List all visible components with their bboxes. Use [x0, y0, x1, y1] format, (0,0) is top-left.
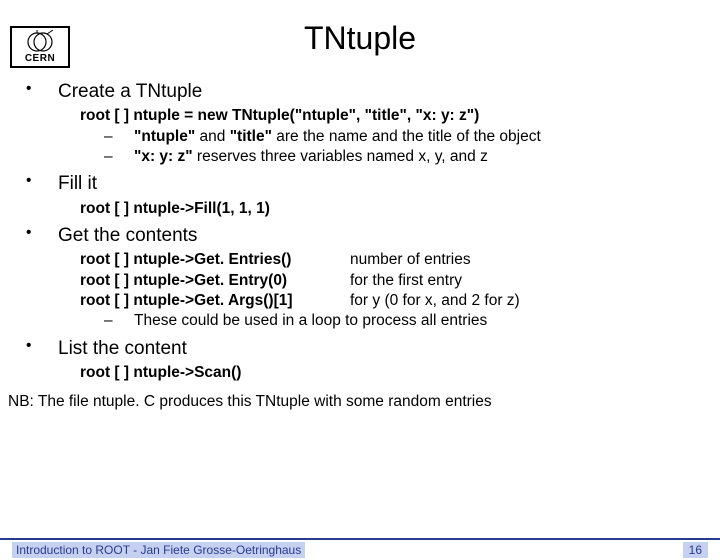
sub-item: – "x: y: z" reserves three variables nam…: [22, 147, 698, 167]
bullet-heading: Fill it: [58, 171, 97, 196]
code-body: ntuple->Fill(1, 1, 1): [133, 199, 270, 219]
cern-logo-text: CERN: [12, 53, 68, 64]
code-prefix: root [ ]: [80, 199, 133, 219]
slide-title: TNtuple: [0, 20, 720, 57]
code-fill: root [ ] ntuple->Fill(1, 1, 1): [22, 199, 698, 219]
sub-text: These could be used in a loop to process…: [134, 311, 487, 331]
cern-logo: CERN: [10, 26, 70, 68]
footer-bar: Introduction to ROOT - Jan Fiete Grosse-…: [0, 538, 720, 560]
bullet-heading: Get the contents: [58, 223, 197, 248]
entry-row: root [ ] ntuple->Get. Entry(0) for the f…: [22, 271, 698, 291]
bullet-dot: •: [22, 171, 58, 196]
bullet-dot: •: [22, 223, 58, 248]
code-prefix: root [ ]: [80, 106, 133, 126]
bullet-get: • Get the contents: [22, 223, 698, 248]
dash-icon: –: [104, 147, 134, 167]
sub-text: "ntuple" and "title" are the name and th…: [134, 127, 541, 147]
code-body: ntuple->Scan(): [133, 363, 241, 383]
entry-cmd: root [ ] ntuple->Get. Entry(0): [80, 271, 350, 291]
sub-item: – These could be used in a loop to proce…: [22, 311, 698, 331]
sub-item: – "ntuple" and "title" are the name and …: [22, 127, 698, 147]
sub-text: "x: y: z" reserves three variables named…: [134, 147, 488, 167]
code-scan: root [ ] ntuple->Scan(): [22, 363, 698, 383]
entry-desc: for the first entry: [350, 271, 698, 291]
entry-cmd: root [ ] ntuple->Get. Entries(): [80, 250, 350, 270]
bullet-dot: •: [22, 336, 58, 361]
entry-desc: for y (0 for x, and 2 for z): [350, 291, 698, 311]
code-body: ntuple = new TNtuple("ntuple", "title", …: [133, 106, 479, 126]
code-create: root [ ] ntuple = new TNtuple("ntuple", …: [22, 106, 698, 126]
bullet-fill: • Fill it: [22, 171, 698, 196]
dash-icon: –: [104, 127, 134, 147]
entry-cmd: root [ ] ntuple->Get. Args()[1]: [80, 291, 350, 311]
slide-content: • Create a TNtuple root [ ] ntuple = new…: [0, 79, 720, 383]
bullet-heading: Create a TNtuple: [58, 79, 202, 104]
entry-row: root [ ] ntuple->Get. Args()[1] for y (0…: [22, 291, 698, 311]
dash-icon: –: [104, 311, 134, 331]
bullet-dot: •: [22, 79, 58, 104]
cern-logo-rings-icon: [23, 30, 57, 54]
footer-left: Introduction to ROOT - Jan Fiete Grosse-…: [12, 542, 305, 558]
entry-desc: number of entries: [350, 250, 698, 270]
entry-row: root [ ] ntuple->Get. Entries() number o…: [22, 250, 698, 270]
footer-page-number: 16: [683, 542, 708, 558]
bullet-list: • List the content: [22, 336, 698, 361]
bullet-create: • Create a TNtuple: [22, 79, 698, 104]
code-prefix: root [ ]: [80, 363, 133, 383]
note-text: NB: The file ntuple. C produces this TNt…: [8, 393, 720, 411]
bullet-heading: List the content: [58, 336, 187, 361]
